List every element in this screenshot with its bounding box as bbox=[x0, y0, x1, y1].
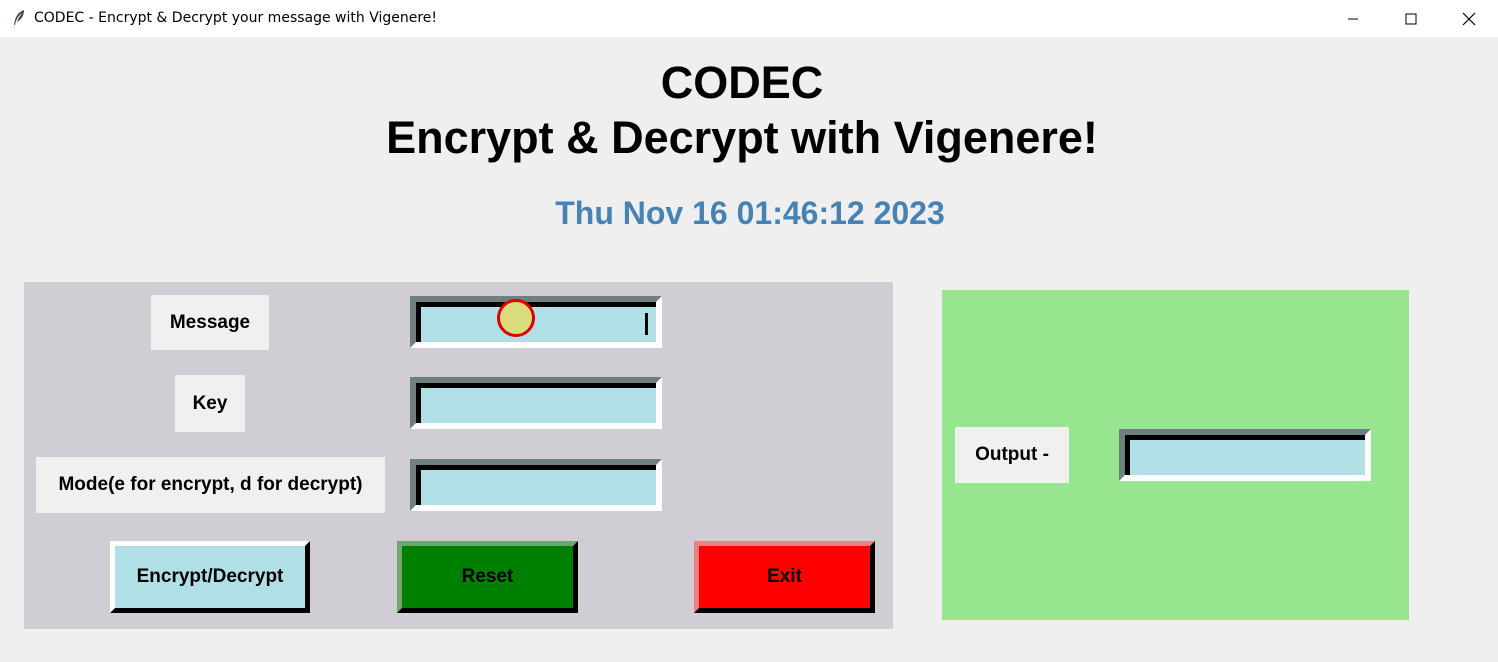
feather-icon bbox=[14, 10, 24, 25]
mouse-cursor-highlight bbox=[497, 299, 535, 337]
maximize-button[interactable] bbox=[1382, 0, 1440, 37]
minimize-icon bbox=[1348, 18, 1358, 19]
mode-input-field[interactable] bbox=[416, 465, 656, 505]
close-button[interactable] bbox=[1440, 0, 1498, 37]
output-field-inner[interactable] bbox=[1125, 435, 1365, 475]
mode-input[interactable] bbox=[410, 459, 662, 511]
window-title: CODEC - Encrypt & Decrypt your message w… bbox=[34, 10, 438, 26]
app-subtitle: Encrypt & Decrypt with Vigenere! bbox=[386, 112, 1098, 163]
datetime-label: Thu Nov 16 01:46:12 2023 bbox=[555, 195, 945, 231]
maximize-icon bbox=[1405, 13, 1417, 24]
key-input-field[interactable] bbox=[416, 383, 656, 423]
app-window: CODEC - Encrypt & Decrypt your message w… bbox=[0, 0, 1498, 662]
close-icon bbox=[1462, 12, 1476, 25]
exit-button[interactable]: Exit bbox=[694, 541, 875, 613]
output-field[interactable] bbox=[1119, 429, 1371, 481]
encrypt-decrypt-button[interactable]: Encrypt/Decrypt bbox=[110, 541, 310, 613]
mode-label: Mode(e for encrypt, d for decrypt) bbox=[36, 457, 385, 513]
message-input-field[interactable] bbox=[416, 302, 656, 342]
key-label: Key bbox=[175, 375, 245, 432]
message-label: Message bbox=[151, 295, 269, 350]
message-input[interactable] bbox=[410, 296, 662, 348]
text-caret bbox=[645, 313, 648, 335]
app-title: CODEC bbox=[660, 57, 824, 108]
output-label: Output - bbox=[955, 427, 1069, 483]
reset-button[interactable]: Reset bbox=[397, 541, 578, 613]
key-input[interactable] bbox=[410, 377, 662, 429]
minimize-button[interactable] bbox=[1324, 0, 1382, 37]
title-bar: CODEC - Encrypt & Decrypt your message w… bbox=[0, 0, 1498, 37]
